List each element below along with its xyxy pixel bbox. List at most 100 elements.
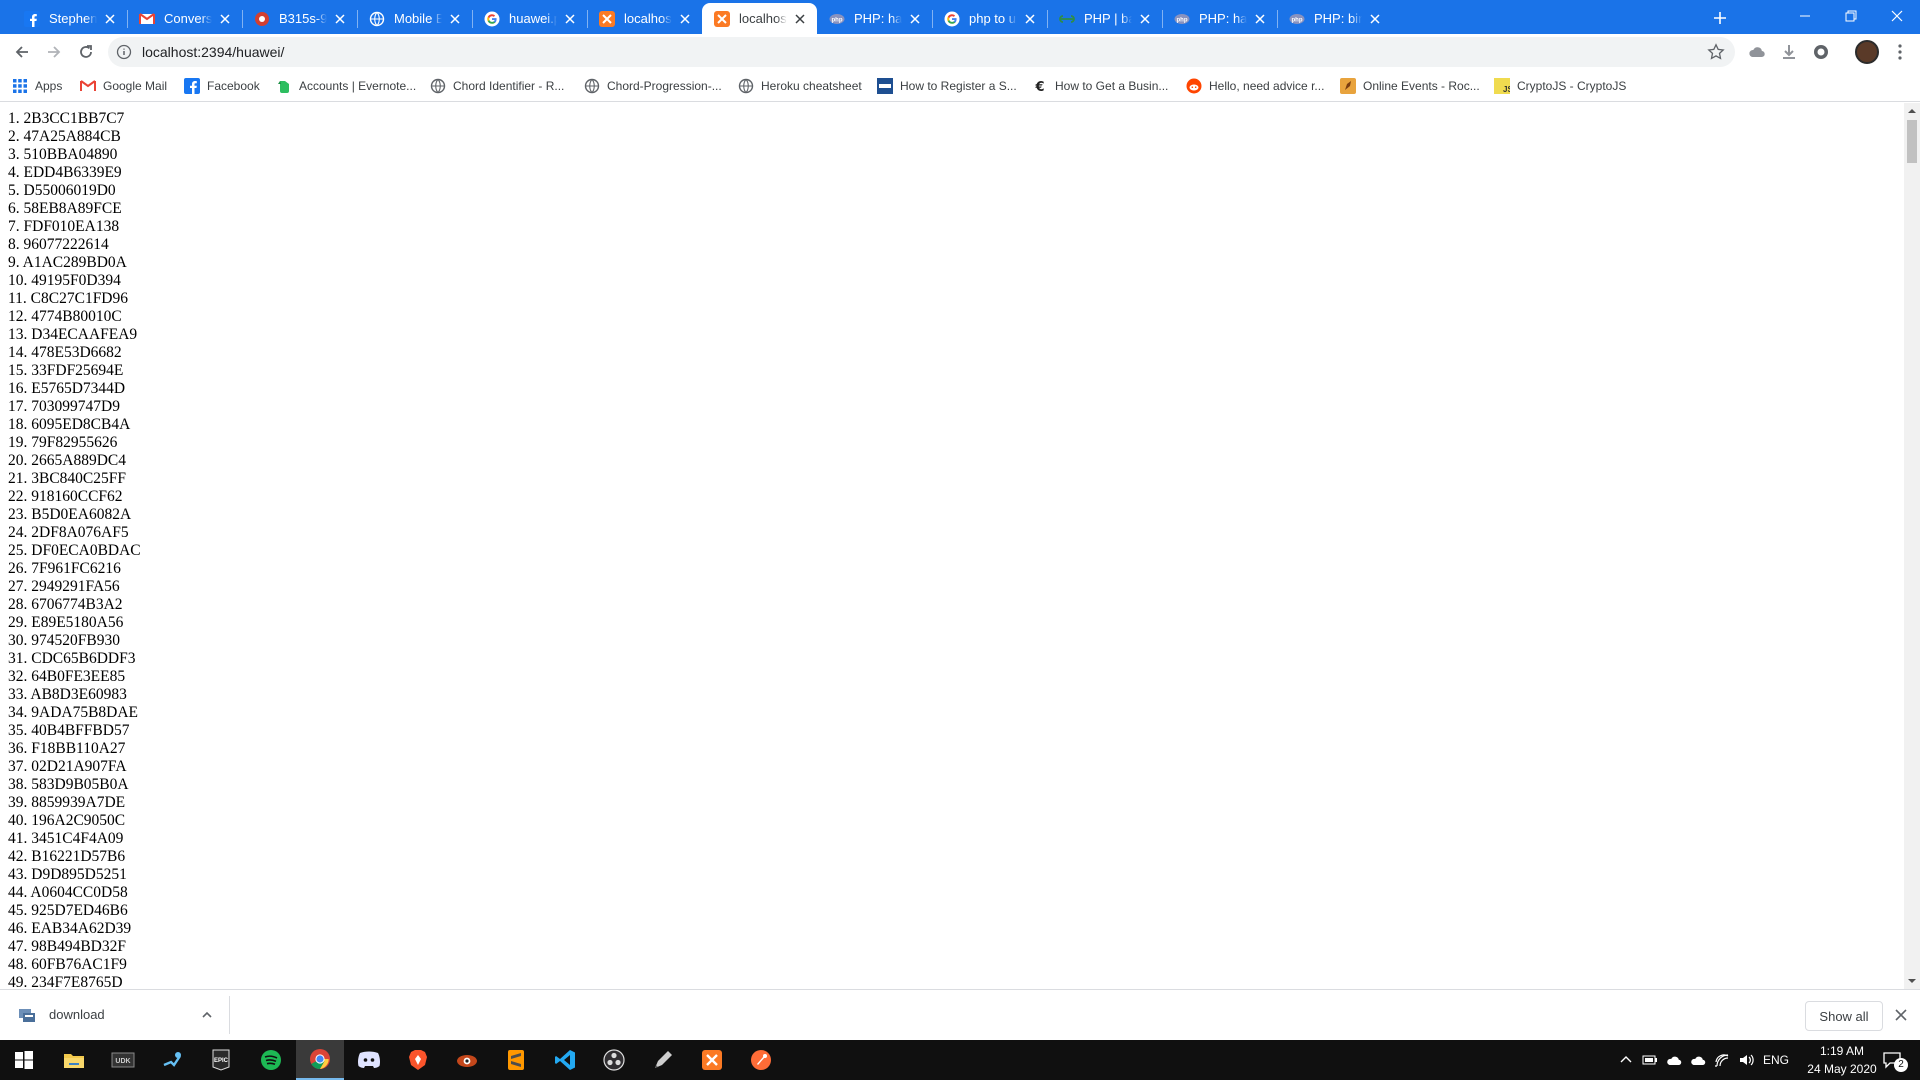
browser-tab[interactable]: php PHP: hash_pbkdf2	[817, 3, 932, 34]
bookmark-item[interactable]: JS CryptoJS - CryptoJS	[1494, 76, 1626, 96]
close-tab-icon[interactable]	[1136, 10, 1154, 28]
bookmark-item[interactable]: Google Mail	[80, 76, 167, 96]
menu-kebab-icon[interactable]	[1892, 43, 1908, 61]
page-viewport: 1. 2B3CC1BB7C7 2. 47A25A884CB 3. 510BBA048…	[0, 103, 1904, 989]
bookmark-item[interactable]: Chord Identifier - R...	[430, 76, 564, 96]
bookmark-item[interactable]: Facebook	[184, 76, 260, 96]
hash-list-item: 15. 33FDF25694E	[8, 362, 124, 379]
taskbar-app-button[interactable]	[296, 1040, 344, 1080]
hash-list-item: 31. CDC65B6DDF3	[8, 650, 136, 667]
extension-circle-icon[interactable]	[1812, 43, 1830, 61]
taskbar-app-button[interactable]	[148, 1040, 196, 1080]
close-tab-icon[interactable]	[676, 10, 694, 28]
close-window-button[interactable]	[1874, 0, 1920, 32]
address-bar[interactable]: localhost:2394/huawei/	[108, 37, 1735, 67]
browser-tab[interactable]: huawei.php no	[472, 3, 587, 34]
scrollbar-thumb[interactable]	[1907, 120, 1917, 163]
close-tab-icon[interactable]	[1021, 10, 1039, 28]
tab-title: localhost:2394	[739, 11, 787, 26]
taskbar-app-button[interactable]	[541, 1040, 589, 1080]
language-indicator[interactable]: ENG	[1763, 1053, 1789, 1067]
close-shelf-icon[interactable]	[1893, 1007, 1909, 1023]
taskbar-app-button[interactable]	[247, 1040, 295, 1080]
profile-avatar[interactable]	[1855, 40, 1879, 64]
back-button[interactable]	[8, 38, 36, 66]
close-tab-icon[interactable]	[561, 10, 579, 28]
hash-list-item: 7. FDF010EA138	[8, 218, 120, 235]
chevron-up-icon[interactable]	[200, 1008, 214, 1022]
minimize-button[interactable]	[1782, 0, 1828, 32]
clock-date[interactable]: 24 May 2020	[1800, 1062, 1884, 1076]
browser-tab[interactable]: B315s-938 adm	[242, 3, 357, 34]
close-tab-icon[interactable]	[216, 10, 234, 28]
taskbar-app-button[interactable]	[639, 1040, 687, 1080]
taskbar-app-button[interactable]	[590, 1040, 638, 1080]
taskbar-app-button[interactable]	[394, 1040, 442, 1080]
bookmark-item[interactable]: How to Register a S...	[877, 76, 1017, 96]
new-tab-button[interactable]	[1707, 5, 1733, 31]
hash-list-item: 35. 40B4BFFBD57	[8, 722, 130, 739]
info-icon[interactable]	[116, 44, 132, 60]
scroll-up-icon[interactable]	[1908, 107, 1916, 115]
hash-list-item: 12. 4774B80010C	[8, 308, 122, 325]
taskbar-app-button[interactable]	[737, 1040, 785, 1080]
taskbar-app-button[interactable]	[492, 1040, 540, 1080]
onedrive-icon[interactable]	[1666, 1052, 1682, 1068]
close-tab-icon[interactable]	[1366, 10, 1384, 28]
close-tab-icon[interactable]	[331, 10, 349, 28]
bookmark-item[interactable]: Heroku cheatsheet	[738, 76, 862, 96]
taskbar-app-button[interactable]	[50, 1040, 98, 1080]
browser-tab[interactable]: localhost:2394	[587, 3, 702, 34]
tab-title: PHP: hash - Manual	[1199, 11, 1247, 26]
cloud-extension-icon[interactable]	[1748, 43, 1766, 61]
browser-tab[interactable]: Stephen James	[12, 3, 127, 34]
taskbar-app-button[interactable]	[443, 1040, 491, 1080]
taskbar-app-button[interactable]: UDK	[99, 1040, 147, 1080]
wifi-icon[interactable]	[1714, 1052, 1730, 1068]
eye-app-icon	[456, 1051, 478, 1069]
close-tab-icon[interactable]	[906, 10, 924, 28]
download-extension-icon[interactable]	[1780, 43, 1798, 61]
taskbar-app-button[interactable]: EPIC	[197, 1040, 245, 1080]
bookmark-item[interactable]: € How to Get a Busin...	[1032, 76, 1168, 96]
taskbar-app-button[interactable]	[0, 1040, 48, 1080]
browser-tab[interactable]: php PHP: bin2hex	[1277, 3, 1392, 34]
close-tab-icon[interactable]	[1251, 10, 1269, 28]
bookmark-item[interactable]: Apps	[12, 76, 62, 96]
gmail-icon	[139, 11, 155, 27]
browser-tab[interactable]: php PHP: hash - Manual	[1162, 3, 1277, 34]
battery-icon[interactable]	[1642, 1052, 1658, 1068]
clock-time[interactable]: 1:19 AM	[1808, 1044, 1876, 1058]
svg-text:JS: JS	[1503, 85, 1510, 94]
cloud-sync-icon[interactable]	[1690, 1052, 1706, 1068]
close-tab-icon[interactable]	[101, 10, 119, 28]
restore-button[interactable]	[1828, 0, 1874, 32]
arrow-left-icon	[15, 46, 28, 58]
volume-icon[interactable]	[1738, 1052, 1754, 1068]
browser-tab[interactable]: Mobile Broadband	[357, 3, 472, 34]
forward-button[interactable]	[40, 38, 68, 66]
close-tab-icon[interactable]	[791, 10, 809, 28]
bookmark-item[interactable]: Online Events - Roc...	[1340, 76, 1480, 96]
browser-tab[interactable]: PHP | base64_	[1047, 3, 1162, 34]
chevron-up-icon[interactable]	[1618, 1052, 1634, 1068]
hash-list-item: 13. D34ECAAFEA9	[8, 326, 138, 343]
star-icon[interactable]	[1707, 43, 1725, 61]
reload-button[interactable]	[72, 38, 100, 66]
taskbar-app-button[interactable]	[688, 1040, 736, 1080]
bookmark-item[interactable]: Chord-Progression-...	[584, 76, 722, 96]
show-all-button[interactable]: Show all	[1805, 1001, 1883, 1031]
vertical-scrollbar[interactable]	[1904, 103, 1920, 989]
close-tab-icon[interactable]	[446, 10, 464, 28]
gfg-icon	[1059, 11, 1075, 27]
bookmark-item[interactable]: Hello, need advice r...	[1186, 76, 1324, 96]
scroll-down-icon[interactable]	[1908, 977, 1916, 985]
browser-tab[interactable]: localhost:2394	[702, 3, 817, 34]
download-item[interactable]: download	[10, 996, 230, 1034]
action-center-button[interactable]: 2	[1878, 1049, 1908, 1072]
browser-tab[interactable]: Conversation	[127, 3, 242, 34]
router-icon	[254, 11, 270, 27]
bookmark-item[interactable]: Accounts | Evernote...	[276, 76, 416, 96]
taskbar-app-button[interactable]	[345, 1040, 393, 1080]
browser-tab[interactable]: php to uppercase	[932, 3, 1047, 34]
